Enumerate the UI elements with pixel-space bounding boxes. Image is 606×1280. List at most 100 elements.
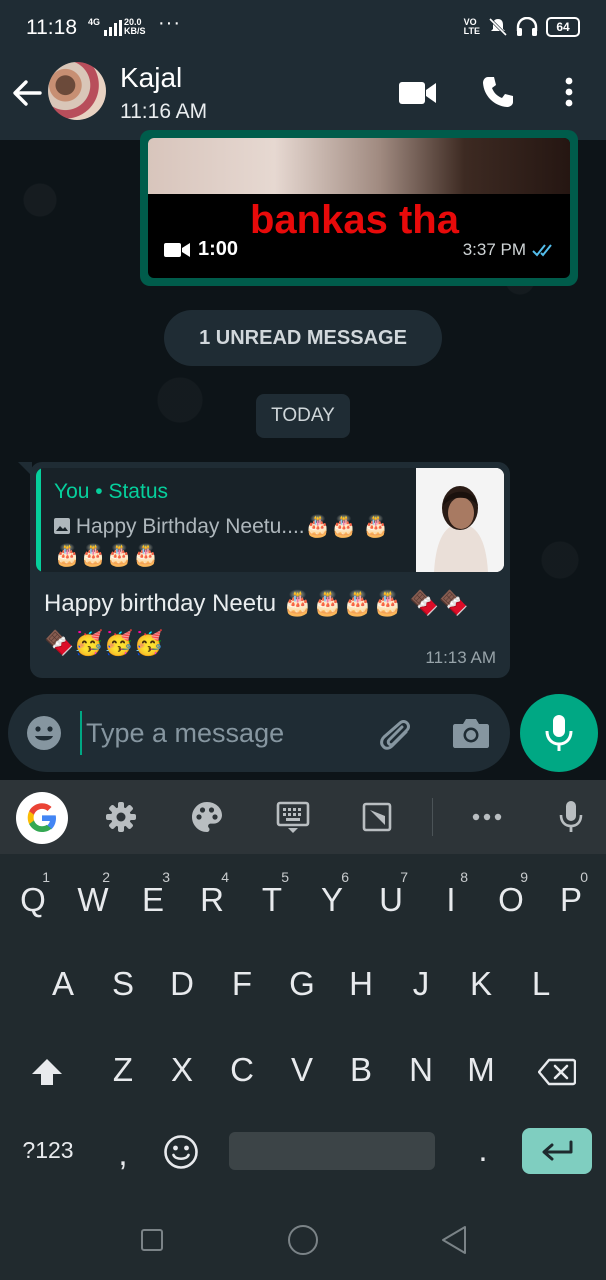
date-chip: TODAY xyxy=(256,394,350,438)
key-w-hint: 2 xyxy=(102,869,110,885)
key-h[interactable]: H xyxy=(332,946,390,1022)
more-icon[interactable] xyxy=(464,794,510,840)
video-camera-icon xyxy=(164,242,190,257)
google-icon[interactable] xyxy=(16,792,68,844)
more-notifications-icon: ··· xyxy=(158,12,181,34)
video-time-text: 3:37 PM xyxy=(462,240,526,259)
contact-name[interactable]: Kajal xyxy=(120,62,182,94)
video-timestamp: 3:37 PM xyxy=(463,240,556,260)
keyboard-glyph-icon xyxy=(276,801,310,833)
enter-key[interactable] xyxy=(522,1128,592,1174)
voice-record-button[interactable] xyxy=(520,694,598,772)
mic-icon xyxy=(545,715,573,751)
message-composer xyxy=(8,694,510,772)
emoji-key[interactable] xyxy=(152,1112,210,1188)
key-r[interactable]: R4 xyxy=(183,862,241,938)
key-q[interactable]: Q1 xyxy=(4,862,62,938)
key-e-label: E xyxy=(141,881,164,918)
video-call-icon[interactable] xyxy=(398,80,438,106)
period-key[interactable]: . xyxy=(454,1112,512,1188)
palette-icon xyxy=(192,802,222,832)
incoming-message[interactable]: You • Status Happy Birthday Neetu....🎂🎂 … xyxy=(18,462,510,678)
key-p-label: P xyxy=(559,881,582,918)
key-o-label: O xyxy=(498,881,524,918)
gear-icon xyxy=(106,802,136,832)
message-text: Happy birthday Neetu 🎂🎂🎂🎂 🍫🍫🍫🥳🥳🥳 xyxy=(44,590,469,657)
key-w[interactable]: W2 xyxy=(64,862,122,938)
smiley-icon xyxy=(164,1135,198,1170)
quoted-status[interactable]: You • Status Happy Birthday Neetu....🎂🎂 … xyxy=(36,468,504,572)
space-bar[interactable] xyxy=(229,1132,435,1170)
key-x[interactable]: X xyxy=(153,1032,211,1108)
more-vert-icon[interactable] xyxy=(562,76,576,108)
settings-icon[interactable] xyxy=(98,794,144,840)
key-m[interactable]: M xyxy=(452,1032,510,1108)
key-d[interactable]: D xyxy=(153,946,211,1022)
theme-palette-icon[interactable] xyxy=(184,794,230,840)
symbols-key[interactable]: ?123 xyxy=(14,1112,82,1188)
key-z[interactable]: Z xyxy=(94,1032,152,1108)
status-thumbnail xyxy=(416,468,504,572)
avatar[interactable] xyxy=(48,62,106,120)
keyboard-icon[interactable] xyxy=(270,794,316,840)
key-v[interactable]: V xyxy=(273,1032,331,1108)
backspace-key[interactable] xyxy=(528,1032,586,1108)
image-icon xyxy=(54,518,70,534)
key-a[interactable]: A xyxy=(34,946,92,1022)
backspace-icon xyxy=(537,1059,577,1086)
key-j[interactable]: J xyxy=(392,946,450,1022)
key-b[interactable]: B xyxy=(332,1032,390,1108)
navigation-bar xyxy=(0,1200,606,1280)
key-y-label: Y xyxy=(320,881,343,918)
recents-icon[interactable] xyxy=(140,1228,164,1252)
enter-icon xyxy=(542,1140,573,1161)
key-e[interactable]: E3 xyxy=(124,862,182,938)
key-o-hint: 9 xyxy=(520,869,528,885)
message-input[interactable] xyxy=(86,714,366,752)
text-caret xyxy=(80,711,82,755)
resize-icon xyxy=(362,802,392,832)
home-icon[interactable] xyxy=(287,1224,319,1256)
video-thumbnail[interactable]: bankas tha 1:00 3:37 PM xyxy=(148,138,570,278)
key-s[interactable]: S xyxy=(94,946,152,1022)
video-caption: bankas tha xyxy=(250,198,459,242)
key-g[interactable]: G xyxy=(273,946,331,1022)
key-k[interactable]: K xyxy=(452,946,510,1022)
chat-area[interactable]: bankas tha 1:00 3:37 PM 1 UNREAD MESSAGE… xyxy=(0,130,606,780)
back-arrow-icon[interactable] xyxy=(10,76,44,110)
shift-key[interactable] xyxy=(18,1032,76,1108)
key-f[interactable]: F xyxy=(213,946,271,1022)
camera-icon[interactable] xyxy=(452,716,490,750)
key-y[interactable]: Y6 xyxy=(303,862,361,938)
attach-icon[interactable] xyxy=(374,714,414,754)
volte-indicator: VO LTE xyxy=(464,18,480,36)
comma-key[interactable]: , xyxy=(94,1116,152,1192)
key-y-hint: 6 xyxy=(341,869,349,885)
battery-indicator: 64 xyxy=(546,17,580,37)
last-seen: 11:16 AM xyxy=(120,100,208,123)
one-handed-icon[interactable] xyxy=(354,794,400,840)
voice-input-icon[interactable] xyxy=(548,794,594,840)
google-g-icon xyxy=(27,803,56,832)
key-u-hint: 7 xyxy=(400,869,408,885)
double-tick-icon xyxy=(532,244,552,257)
key-o[interactable]: O9 xyxy=(482,862,540,938)
key-u-label: U xyxy=(379,881,403,918)
key-w-label: W xyxy=(77,881,109,918)
phone-icon[interactable] xyxy=(480,74,516,110)
key-t[interactable]: T5 xyxy=(243,862,301,938)
key-i[interactable]: I8 xyxy=(422,862,480,938)
key-n[interactable]: N xyxy=(392,1032,450,1108)
data-speed-unit: KB/S xyxy=(124,26,146,36)
network-type: 4G xyxy=(88,17,101,27)
key-p[interactable]: P0 xyxy=(542,862,600,938)
key-q-label: Q xyxy=(20,881,46,918)
status-time: 11:18 xyxy=(26,16,77,39)
key-l[interactable]: L xyxy=(512,946,570,1022)
video-message[interactable]: bankas tha 1:00 3:37 PM xyxy=(140,130,578,286)
emoji-icon[interactable] xyxy=(24,713,64,753)
key-u[interactable]: U7 xyxy=(362,862,420,938)
back-nav-icon[interactable] xyxy=(440,1224,468,1256)
key-c[interactable]: C xyxy=(213,1032,271,1108)
key-p-hint: 0 xyxy=(580,869,588,885)
